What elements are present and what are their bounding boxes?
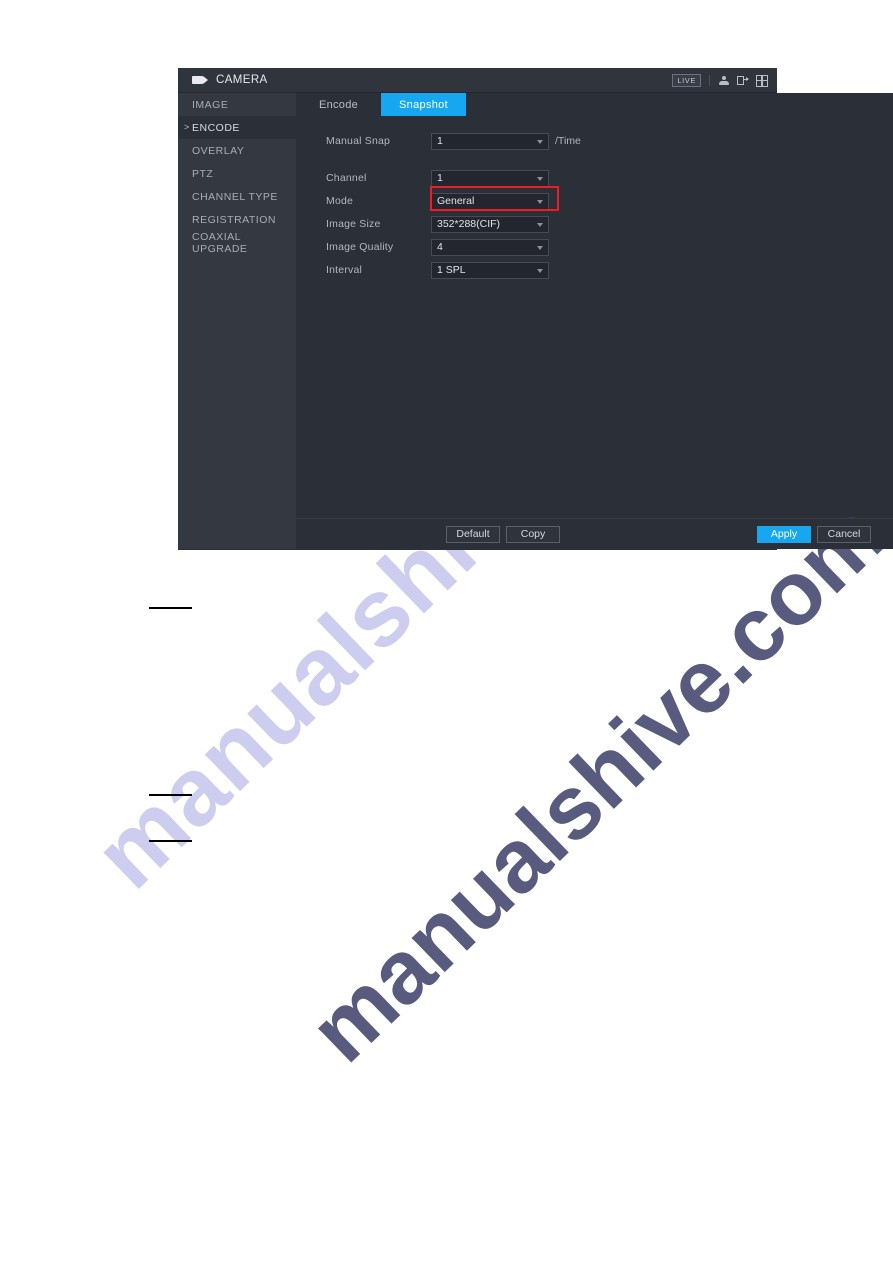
tab-encode[interactable]: Encode	[296, 93, 381, 116]
page-divider-rule	[149, 840, 192, 842]
channel-label: Channel	[326, 172, 367, 184]
sidebar-item-ptz[interactable]: PTZ	[178, 162, 296, 185]
user-icon[interactable]	[718, 75, 730, 87]
chevron-down-icon	[537, 245, 543, 250]
snapshot-form: Manual Snap 1 /Time Channel 1 Mode Gener…	[291, 116, 893, 1081]
chevron-right-icon: >	[184, 122, 190, 132]
sidebar-item-label: PTZ	[192, 167, 214, 180]
manual-snap-value: 1	[437, 135, 443, 147]
sidebar-item-image[interactable]: IMAGE	[178, 93, 296, 116]
footer-button-group: Default Copy Apply Cancel	[446, 525, 871, 543]
copy-button[interactable]: Copy	[506, 525, 560, 543]
sidebar-item-registration[interactable]: REGISTRATION	[178, 208, 296, 231]
titlebar-left-group: CAMERA	[178, 74, 268, 86]
dialog-footer: Default Copy Apply Cancel	[296, 518, 893, 549]
manual-snap-select[interactable]: 1	[431, 132, 549, 150]
form-row-mode: Mode General	[326, 186, 893, 212]
tab-label: Encode	[318, 98, 359, 111]
chevron-down-icon	[537, 222, 543, 227]
sidebar-item-label: IMAGE	[192, 98, 229, 111]
settings-content: Encode Snapshot Manual Snap 1 /Time Chan…	[291, 93, 893, 1081]
image-quality-select[interactable]: 4	[431, 238, 549, 256]
chevron-down-icon	[537, 268, 543, 273]
dialog-watermark: manualshive.com	[290, 484, 893, 1082]
settings-sidebar: IMAGE > ENCODE OVERLAY PTZ CHANNEL TYPE …	[178, 93, 296, 549]
sidebar-item-encode[interactable]: > ENCODE	[178, 116, 296, 139]
chevron-down-icon	[537, 139, 543, 144]
mode-select[interactable]: General	[431, 192, 549, 210]
sidebar-item-coaxial-upgrade[interactable]: COAXIAL UPGRADE	[178, 230, 296, 255]
sidebar-item-label: OVERLAY	[192, 144, 245, 157]
form-row-interval: Interval 1 SPL	[326, 259, 893, 281]
channel-value: 1	[437, 172, 443, 184]
mode-label: Mode	[326, 195, 354, 207]
image-quality-value: 4	[437, 241, 443, 253]
mode-value: General	[437, 195, 475, 207]
sidebar-item-channel-type[interactable]: CHANNEL TYPE	[178, 185, 296, 208]
grid-view-icon[interactable]	[756, 74, 768, 87]
chevron-down-icon	[537, 199, 543, 204]
form-row-manual-snap: Manual Snap 1 /Time	[326, 130, 893, 152]
logout-icon[interactable]	[737, 75, 749, 87]
interval-select[interactable]: 1 SPL	[431, 261, 549, 279]
camera-settings-dialog: CAMERA LIVE IMAGE > ENCODE OVERLAY PTZ C…	[178, 68, 893, 1081]
sidebar-item-overlay[interactable]: OVERLAY	[178, 139, 296, 162]
interval-label: Interval	[326, 264, 363, 276]
interval-value: 1 SPL	[437, 264, 466, 276]
form-row-channel: Channel 1	[326, 167, 893, 189]
tab-strip: Encode Snapshot	[296, 93, 893, 116]
form-row-image-size: Image Size 352*288(CIF)	[326, 213, 893, 235]
channel-select[interactable]: 1	[431, 169, 549, 187]
sidebar-item-label: COAXIAL UPGRADE	[192, 230, 248, 255]
default-button[interactable]: Default	[446, 525, 500, 543]
apply-button[interactable]: Apply	[757, 525, 811, 543]
image-quality-label: Image Quality	[326, 241, 394, 253]
chevron-down-icon	[537, 176, 543, 181]
dialog-title: CAMERA	[216, 74, 268, 86]
manual-snap-label: Manual Snap	[326, 135, 391, 147]
image-size-select[interactable]: 352*288(CIF)	[431, 215, 549, 233]
sidebar-item-label: REGISTRATION	[192, 213, 276, 226]
titlebar-right-group: LIVE	[672, 68, 768, 93]
form-row-image-quality: Image Quality 4	[326, 236, 893, 258]
tab-label: Snapshot	[399, 98, 448, 111]
page-divider-rule	[149, 794, 192, 796]
titlebar-separator	[709, 75, 710, 86]
cancel-button[interactable]: Cancel	[817, 525, 871, 543]
manual-snap-suffix: /Time	[555, 135, 581, 147]
dialog-titlebar: CAMERA LIVE	[178, 68, 777, 93]
page-divider-rule	[149, 607, 192, 609]
live-badge[interactable]: LIVE	[672, 74, 701, 87]
sidebar-item-label: CHANNEL TYPE	[192, 190, 278, 203]
dialog-body: IMAGE > ENCODE OVERLAY PTZ CHANNEL TYPE …	[178, 93, 893, 1081]
image-size-label: Image Size	[326, 218, 381, 230]
video-camera-icon	[192, 75, 209, 85]
image-size-value: 352*288(CIF)	[437, 218, 501, 230]
tab-snapshot[interactable]: Snapshot	[381, 93, 466, 116]
sidebar-item-label: ENCODE	[192, 121, 240, 134]
